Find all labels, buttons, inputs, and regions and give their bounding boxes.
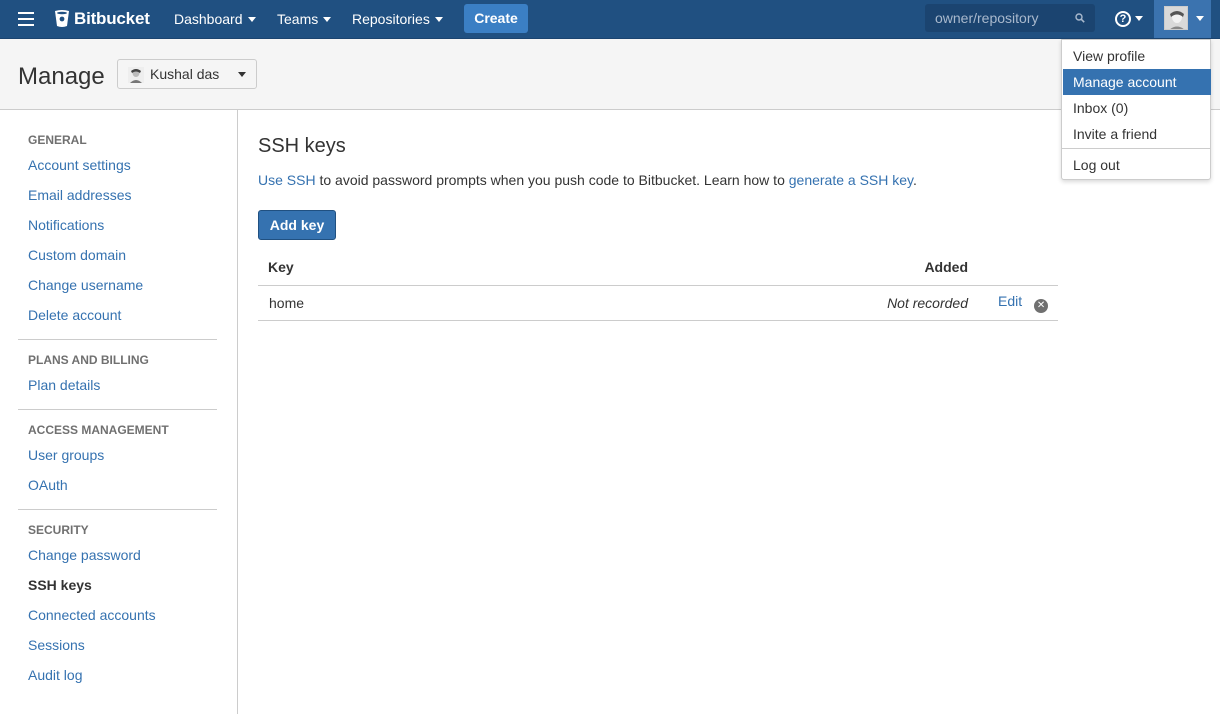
delete-icon[interactable]: ✕ [1034, 298, 1049, 313]
top-navigation-bar: Bitbucket Dashboard Teams Repositories C… [0, 0, 1220, 39]
column-header-key: Key [258, 250, 495, 286]
chevron-down-icon [323, 17, 332, 22]
chevron-down-icon [247, 17, 256, 22]
sidebar-divider [18, 339, 217, 340]
section-title: SSH keys [258, 135, 346, 157]
menu-item-invite-friend[interactable]: Invite a friend [1063, 121, 1211, 147]
search-icon[interactable] [1075, 13, 1085, 23]
ssh-keys-table: Key Added home Not recorded Edit ✕ [258, 250, 1058, 321]
menu-item-log-out[interactable]: Log out [1063, 152, 1211, 178]
menu-item-view-profile[interactable]: View profile [1063, 43, 1211, 69]
table-row: home Not recorded Edit ✕ [258, 285, 1058, 321]
intro-end: . [913, 172, 917, 188]
sidebar-divider [18, 509, 217, 510]
add-key-button[interactable]: Add key [258, 210, 336, 240]
nav-repositories[interactable]: Repositories [352, 0, 443, 38]
menu-item-manage-account[interactable]: Manage account [1063, 69, 1211, 95]
avatar [1164, 6, 1188, 30]
sidebar-item-connected-accounts[interactable]: Connected accounts [18, 600, 217, 630]
chevron-down-icon [1196, 16, 1204, 21]
user-menu-button[interactable] [1154, 0, 1211, 38]
search-input[interactable] [925, 4, 1070, 32]
sidebar-item-audit-log[interactable]: Audit log [18, 660, 217, 690]
sidebar-item-oauth[interactable]: OAuth [18, 470, 217, 500]
sidebar-item-delete-account[interactable]: Delete account [18, 300, 217, 330]
key-added-date: Not recorded [494, 285, 968, 321]
sidebar-item-user-groups[interactable]: User groups [18, 440, 217, 470]
repository-search [925, 4, 1095, 32]
sidebar-heading: SECURITY [28, 523, 89, 537]
sidebar-item-change-password[interactable]: Change password [18, 540, 217, 570]
help-icon: ? [1115, 11, 1131, 27]
sidebar-section-security: SECURITY Change password SSH keys Connec… [18, 520, 217, 690]
nav-teams-label: Teams [277, 11, 319, 27]
sidebar-section-general: GENERAL Account settings Email addresses… [18, 130, 217, 330]
nav-teams[interactable]: Teams [277, 0, 332, 38]
sidebar-heading: GENERAL [28, 133, 87, 147]
intro-text: to avoid password prompts when you push … [315, 172, 789, 188]
sidebar-item-email-addresses[interactable]: Email addresses [18, 180, 217, 210]
create-button[interactable]: Create [464, 4, 528, 33]
sidebar-item-plan-details[interactable]: Plan details [18, 370, 217, 400]
help-menu-button[interactable]: ? [1111, 0, 1149, 38]
column-header-added: Added [494, 250, 1058, 286]
sidebar-item-sessions[interactable]: Sessions [18, 630, 217, 660]
nav-repositories-label: Repositories [352, 11, 430, 27]
nav-dashboard-label: Dashboard [174, 11, 243, 27]
sidebar-heading: PLANS AND BILLING [28, 353, 149, 367]
account-selector[interactable]: Kushal das [117, 59, 257, 89]
page-title: Manage [18, 63, 105, 90]
sidebar-item-custom-domain[interactable]: Custom domain [18, 240, 217, 270]
brand-name: Bitbucket [74, 9, 150, 28]
generate-ssh-key-link[interactable]: generate a SSH key [789, 172, 913, 188]
key-label: home [258, 285, 495, 321]
page-header: Manage Kushal das [0, 39, 1220, 110]
sidebar-item-notifications[interactable]: Notifications [18, 210, 217, 240]
edit-key-link[interactable]: Edit [998, 293, 1022, 309]
chevron-down-icon [1135, 16, 1143, 21]
sidebar-item-account-settings[interactable]: Account settings [18, 150, 217, 180]
sidebar-divider [18, 409, 217, 410]
table-header-row: Key Added [258, 250, 1058, 286]
sidebar-section-access: ACCESS MANAGEMENT User groups OAuth [18, 420, 217, 500]
user-dropdown-menu: View profile Manage account Inbox (0) In… [1061, 39, 1211, 180]
bitbucket-logo[interactable]: Bitbucket [54, 9, 150, 29]
sidebar-heading: ACCESS MANAGEMENT [28, 423, 169, 437]
nav-dashboard[interactable]: Dashboard [174, 0, 256, 38]
settings-sidebar: GENERAL Account settings Email addresses… [0, 110, 238, 714]
use-ssh-link[interactable]: Use SSH [258, 172, 316, 188]
chevron-down-icon [238, 72, 246, 77]
sidebar-section-plans: PLANS AND BILLING Plan details [18, 350, 217, 400]
key-actions: Edit ✕ [968, 285, 1058, 321]
chevron-down-icon [434, 17, 443, 22]
user-photo-icon [1165, 7, 1187, 29]
account-name: Kushal das [150, 66, 220, 82]
sidebar-item-ssh-keys[interactable]: SSH keys [18, 570, 217, 600]
user-avatar-icon [128, 67, 144, 83]
bitbucket-logo-icon [55, 10, 69, 27]
menu-divider [1062, 148, 1210, 149]
ssh-intro-text: Use SSH to avoid password prompts when y… [258, 172, 917, 188]
menu-item-inbox[interactable]: Inbox (0) [1063, 95, 1211, 121]
menu-icon[interactable] [18, 12, 34, 26]
sidebar-item-change-username[interactable]: Change username [18, 270, 217, 300]
